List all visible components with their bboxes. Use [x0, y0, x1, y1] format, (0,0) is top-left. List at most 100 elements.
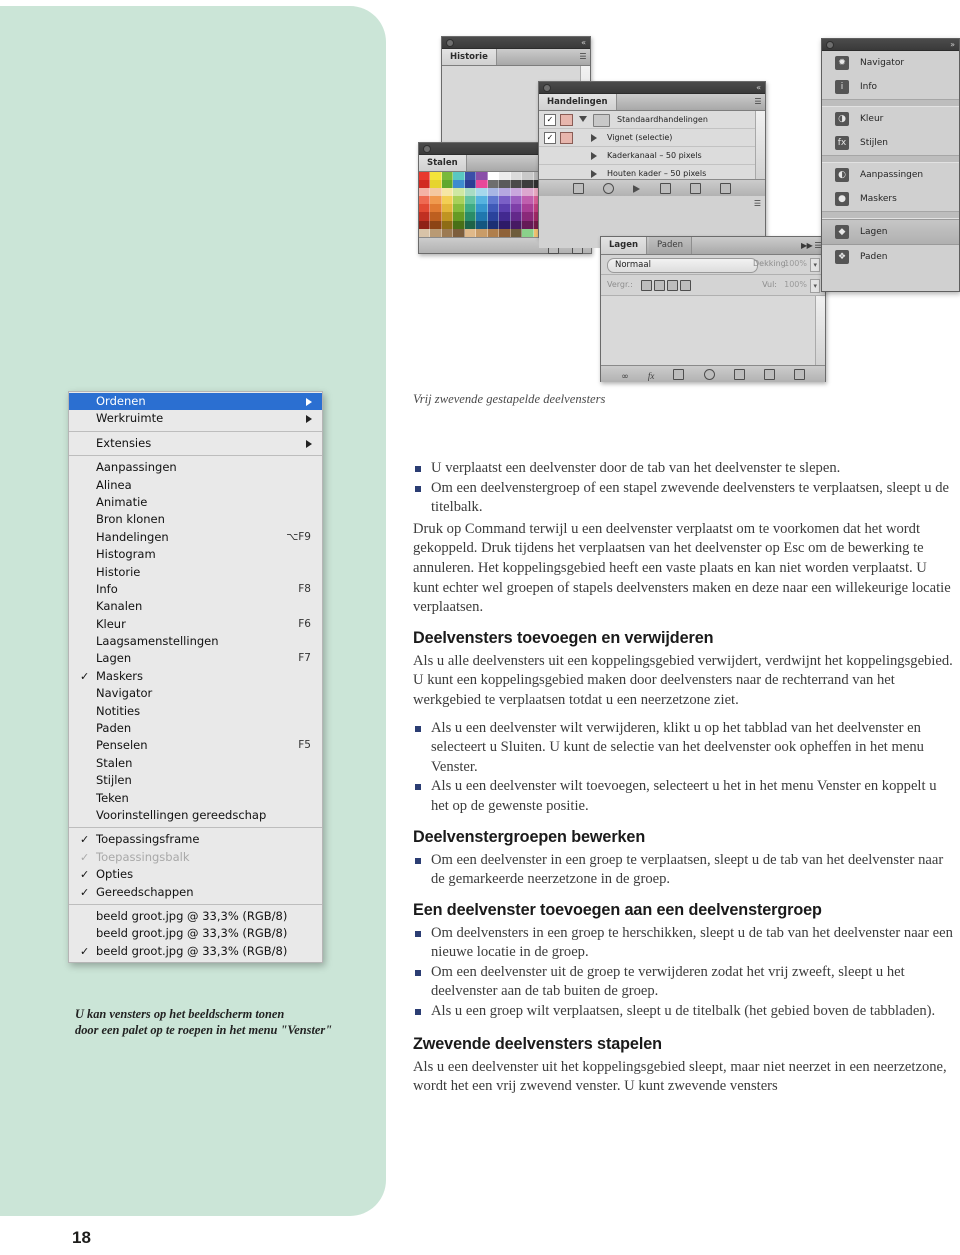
panel-dock[interactable]: » ✹ Navigator i Info ◑ Kleur fx Stijlen ◐ Aanpass…: [821, 38, 960, 292]
tab-historie[interactable]: Historie: [442, 49, 497, 65]
new-set-icon[interactable]: [659, 183, 671, 194]
color-swatch[interactable]: [499, 220, 511, 229]
dock-item-paden[interactable]: ❖ Paden: [822, 245, 959, 269]
color-swatch[interactable]: [487, 196, 500, 205]
color-swatch[interactable]: [441, 196, 454, 205]
record-icon[interactable]: [603, 183, 615, 194]
color-swatch[interactable]: [441, 228, 454, 237]
color-swatch[interactable]: [441, 212, 454, 221]
color-swatch[interactable]: [464, 188, 477, 197]
dock-grip[interactable]: »: [822, 39, 959, 51]
menu-item-stalen[interactable]: Stalen: [69, 755, 322, 772]
color-swatch[interactable]: [441, 180, 454, 189]
color-swatch[interactable]: [499, 172, 511, 181]
menu-item-kleur[interactable]: Kleur F6: [69, 616, 322, 633]
menu-item-stijlen[interactable]: Stijlen: [69, 772, 322, 789]
action-dialog-toggle-icon[interactable]: [560, 132, 573, 144]
menu-item-maskers[interactable]: ✓ Maskers: [69, 668, 322, 685]
color-swatch[interactable]: [510, 228, 523, 237]
menu-item-beeld-groot-jpg-33-3-rgb-8[interactable]: beeld groot.jpg @ 33,3% (RGB/8): [69, 908, 322, 925]
menu-item-alinea[interactable]: Alinea: [69, 477, 322, 494]
color-swatch[interactable]: [476, 188, 488, 197]
color-swatch[interactable]: [522, 212, 534, 221]
color-swatch[interactable]: [453, 188, 465, 197]
menu-item-navigator[interactable]: Navigator: [69, 685, 322, 702]
menu-item-handelingen[interactable]: Handelingen ⌥F9: [69, 529, 322, 546]
vul-value[interactable]: 100%: [784, 280, 807, 289]
new-action-icon[interactable]: [689, 183, 701, 194]
dock-item-maskers[interactable]: ● Maskers: [822, 187, 959, 211]
layer-mask-icon[interactable]: [673, 369, 685, 380]
dock-item-aanpassingen[interactable]: ◐ Aanpassingen: [822, 163, 959, 187]
color-swatch[interactable]: [487, 212, 500, 221]
color-swatch[interactable]: [464, 212, 477, 221]
stop-icon[interactable]: [573, 183, 585, 194]
dock-item-kleur[interactable]: ◑ Kleur: [822, 107, 959, 131]
color-swatch[interactable]: [419, 212, 431, 221]
color-swatch[interactable]: [510, 204, 523, 213]
menu-item-ordenen[interactable]: Ordenen: [69, 393, 322, 411]
lock-transparency-icon[interactable]: [641, 280, 652, 291]
menu-item-toepassingsbalk[interactable]: ✓ Toepassingsbalk: [69, 849, 322, 866]
dekking-stepper-icon[interactable]: ▾: [810, 258, 820, 272]
adjustment-layer-icon[interactable]: [703, 369, 715, 380]
color-swatch[interactable]: [510, 172, 523, 181]
menu-item-kanalen[interactable]: Kanalen: [69, 598, 322, 615]
color-swatch[interactable]: [499, 180, 511, 189]
color-swatch[interactable]: [453, 220, 465, 229]
color-swatch[interactable]: [522, 228, 534, 237]
color-swatch[interactable]: [419, 172, 431, 181]
layer-styles-icon[interactable]: fx: [648, 371, 655, 381]
menu-item-aanpassingen[interactable]: Aanpassingen: [69, 459, 322, 476]
delete-action-icon[interactable]: [719, 183, 731, 194]
scrollbar-actions[interactable]: [755, 111, 765, 179]
color-swatch[interactable]: [430, 196, 442, 205]
color-swatch[interactable]: [476, 228, 488, 237]
color-swatch[interactable]: [464, 180, 477, 189]
color-swatch[interactable]: [487, 220, 500, 229]
lock-row[interactable]: Vergr.: Vul: 100% ▾: [601, 275, 825, 296]
color-swatch[interactable]: [464, 220, 477, 229]
scrollbar-layers[interactable]: [815, 296, 825, 365]
menu-item-extensies[interactable]: Extensies: [69, 435, 322, 452]
panel-grip-historie[interactable]: «: [442, 37, 590, 49]
color-swatch[interactable]: [441, 204, 454, 213]
new-group-icon[interactable]: [733, 369, 745, 380]
color-swatch[interactable]: [476, 204, 488, 213]
vul-stepper-icon[interactable]: ▾: [810, 279, 820, 293]
tabbar-historie[interactable]: Historie ☰: [442, 49, 590, 66]
chevron-right-icon[interactable]: [591, 134, 597, 142]
layers-list[interactable]: [601, 296, 825, 365]
menu-item-historie[interactable]: Historie: [69, 564, 322, 581]
color-swatch[interactable]: [499, 228, 511, 237]
color-swatch[interactable]: [487, 188, 500, 197]
color-swatch[interactable]: [430, 204, 442, 213]
tabbar-lagen[interactable]: Lagen Paden ▶▶ ☰: [601, 237, 825, 255]
collapse-dot-icon[interactable]: [446, 39, 454, 47]
color-swatch[interactable]: [419, 220, 431, 229]
panel-menu-icon[interactable]: ☰: [754, 97, 761, 106]
dock-item-stijlen[interactable]: fx Stijlen: [822, 131, 959, 155]
action-row[interactable]: ✓ Vignet (selectie): [539, 129, 765, 147]
color-swatch[interactable]: [522, 180, 534, 189]
collapse-dot-icon[interactable]: [543, 84, 551, 92]
menu-item-beeld-groot-jpg-33-3-rgb-8[interactable]: beeld groot.jpg @ 33,3% (RGB/8): [69, 925, 322, 942]
double-chevron-icon[interactable]: «: [756, 83, 761, 92]
color-swatch[interactable]: [522, 204, 534, 213]
color-swatch[interactable]: [464, 172, 477, 181]
color-swatch[interactable]: [419, 228, 431, 237]
actions-list[interactable]: ✓ Standaardhandelingen ✓ Vignet (selectie) K…: [539, 111, 765, 183]
color-swatch[interactable]: [441, 220, 454, 229]
action-row[interactable]: Kaderkanaal – 50 pixels: [539, 147, 765, 165]
menu-item-voorinstellingen-gereedschap[interactable]: Voorinstellingen gereedschap: [69, 807, 322, 824]
link-layers-icon[interactable]: ∞: [621, 372, 629, 382]
action-enabled-checkbox[interactable]: ✓: [544, 132, 556, 144]
color-swatch[interactable]: [430, 180, 442, 189]
color-swatch[interactable]: [419, 180, 431, 189]
footbar-handelingen[interactable]: [539, 179, 765, 196]
menu-item-notities[interactable]: Notities: [69, 703, 322, 720]
color-swatch[interactable]: [476, 180, 488, 189]
menu-item-animatie[interactable]: Animatie: [69, 494, 322, 511]
menu-item-info[interactable]: Info F8: [69, 581, 322, 598]
color-swatch[interactable]: [522, 172, 534, 181]
